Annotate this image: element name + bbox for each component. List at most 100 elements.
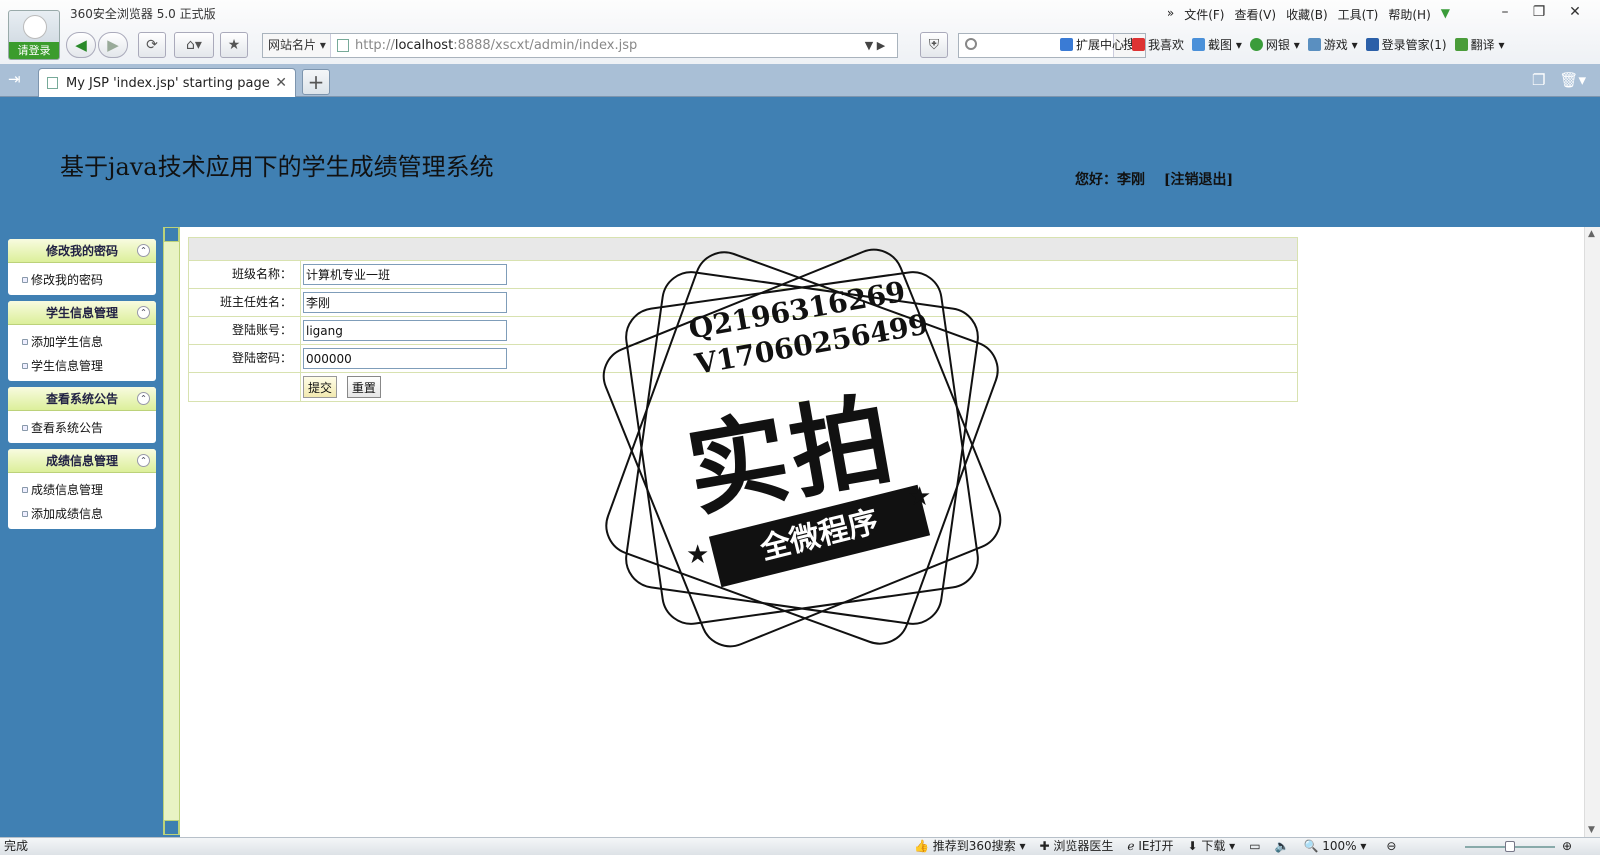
splitter-bottom-handle[interactable] <box>164 820 179 835</box>
bullet-icon <box>22 363 28 369</box>
form-row-teacher-name: 班主任姓名： <box>189 289 1297 317</box>
sidebar-item-view-notices[interactable]: 查看系统公告 <box>8 416 156 440</box>
reset-button[interactable]: 重置 <box>346 376 381 398</box>
logout-link[interactable]: [注销退出] <box>1164 172 1233 188</box>
zoom-in-icon[interactable]: ⊕ <box>1562 838 1572 855</box>
teacher-name-input[interactable] <box>303 292 507 313</box>
sidebar-toggle-icon[interactable]: ⇥ <box>8 70 21 88</box>
url-text[interactable]: http://localhost:8888/xscxt/admin/index.… <box>355 34 637 57</box>
ext-games[interactable]: 游戏 ▾ <box>1307 36 1358 53</box>
menu-help[interactable]: 帮助(H) <box>1388 6 1430 23</box>
ext-bank[interactable]: 网银 ▾ <box>1249 36 1300 53</box>
login-account-input[interactable] <box>303 320 507 341</box>
tab-index-jsp[interactable]: My JSP 'index.jsp' starting page ✕ <box>38 68 296 97</box>
form-row-login-password: 登陆密码： <box>189 345 1297 373</box>
form-row-actions: 提交 重置 <box>189 373 1297 401</box>
bullet-icon <box>22 487 28 493</box>
zoom-label: 100% <box>1322 839 1357 853</box>
star-favorite-icon[interactable]: ★ <box>220 32 248 58</box>
zoom-slider-handle[interactable] <box>1505 841 1515 852</box>
splitter-top-handle[interactable] <box>164 227 179 242</box>
double-chevron-icon[interactable]: » <box>1167 6 1174 23</box>
sidebar-group-header[interactable]: 查看系统公告 ⌃ <box>8 387 156 411</box>
collapse-chevron-icon[interactable]: ⌃ <box>137 454 150 467</box>
speaker-icon[interactable]: 🔈 <box>1275 838 1290 855</box>
address-bar[interactable]: 网站名片 ▾ http://localhost:8888/xscxt/admin… <box>262 33 898 58</box>
class-name-input[interactable] <box>303 264 507 285</box>
tab-title: My JSP 'index.jsp' starting page <box>66 76 270 91</box>
avatar-icon <box>23 15 47 39</box>
menu-file[interactable]: 文件(F) <box>1184 6 1224 23</box>
minimize-button[interactable]: – <box>1490 2 1520 22</box>
tab-close-icon[interactable]: ✕ <box>275 75 287 91</box>
extension-toolbar: 扩展中心 我喜欢 截图 ▾ 网银 ▾ 游戏 ▾ 登录管家(1) 翻译 ▾ <box>1060 36 1504 53</box>
window-switch-icon[interactable]: ❐ <box>1532 71 1545 89</box>
site-card-dropdown[interactable]: 网站名片 ▾ <box>263 34 331 57</box>
new-tab-button[interactable]: + <box>302 69 330 95</box>
scroll-down-icon[interactable]: ▼ <box>1588 825 1595 835</box>
home-icon[interactable]: ⌂▾ <box>174 32 214 58</box>
submit-button[interactable]: 提交 <box>303 376 338 398</box>
zoom-level[interactable]: 🔍 100% ▾ <box>1303 838 1366 855</box>
game-icon <box>1307 38 1321 51</box>
login-password-input[interactable] <box>303 348 507 369</box>
sidebar-group-header[interactable]: 修改我的密码 ⌃ <box>8 239 156 263</box>
bullet-icon <box>22 339 28 345</box>
ext-translate-label: 翻译 <box>1470 38 1495 52</box>
zoom-out-icon[interactable]: ⊖ <box>1386 838 1396 855</box>
ext-like[interactable]: 我喜欢 <box>1132 36 1184 53</box>
sidebar-item-add-grade[interactable]: 添加成绩信息 <box>8 502 156 526</box>
ext-login-manager[interactable]: 登录管家(1) <box>1365 36 1447 53</box>
menu-view[interactable]: 查看(V) <box>1234 6 1276 23</box>
shield-icon[interactable]: ⛨ <box>920 32 948 58</box>
menu-bar: » 文件(F) 查看(V) 收藏(B) 工具(T) 帮助(H) ▼ <box>1167 6 1450 23</box>
sidebar-item-add-student[interactable]: 添加学生信息 <box>8 330 156 354</box>
collapse-chevron-icon[interactable]: ⌃ <box>137 244 150 257</box>
collapse-chevron-icon[interactable]: ⌃ <box>137 306 150 319</box>
sidebar-group-student-info: 学生信息管理 ⌃ 添加学生信息 学生信息管理 <box>8 301 156 381</box>
downloads[interactable]: ⬇ 下载 ▾ <box>1187 838 1235 855</box>
tab-tools: ❐ 🗑▾ <box>1532 71 1586 89</box>
forward-arrow-icon[interactable]: ▶ <box>98 32 128 58</box>
sidebar-item-manage-grades[interactable]: 成绩信息管理 <box>8 478 156 502</box>
collapse-chevron-icon[interactable]: ⌃ <box>137 392 150 405</box>
sidebar-group-header[interactable]: 学生信息管理 ⌃ <box>8 301 156 325</box>
sidebar-item-label: 添加学生信息 <box>31 335 104 349</box>
vertical-scrollbar[interactable]: ▲ ▼ <box>1584 227 1600 837</box>
menu-favorites[interactable]: 收藏(B) <box>1286 6 1328 23</box>
recommend-360-search[interactable]: 👍 推荐到360搜索 ▾ <box>914 838 1026 855</box>
sidebar-item-change-password[interactable]: 修改我的密码 <box>8 268 156 292</box>
greeting-text: 您好：李刚 <box>1075 172 1145 188</box>
frame-splitter[interactable] <box>163 227 180 835</box>
skin-shirt-icon[interactable]: ▼ <box>1441 6 1450 23</box>
address-dropdown-icon[interactable]: ▼ ▶ <box>853 34 897 57</box>
menu-tools[interactable]: 工具(T) <box>1338 6 1379 23</box>
screen-icon[interactable]: ▭ <box>1249 838 1260 855</box>
scroll-up-icon[interactable]: ▲ <box>1588 229 1595 239</box>
sidebar-item-label: 查看系统公告 <box>31 421 104 435</box>
browser-doctor[interactable]: ✚ 浏览器医生 <box>1040 838 1114 855</box>
trash-icon[interactable]: 🗑▾ <box>1559 71 1586 89</box>
doctor-label: 浏览器医生 <box>1053 839 1114 853</box>
search-icon <box>965 38 977 50</box>
status-text: 完成 <box>4 839 29 853</box>
close-window-button[interactable]: ✕ <box>1560 2 1590 22</box>
ext-center[interactable]: 扩展中心 <box>1060 36 1124 53</box>
back-arrow-icon[interactable]: ◀ <box>66 32 96 58</box>
user-avatar-button[interactable]: 请登录 <box>8 10 60 60</box>
refresh-icon[interactable]: ⟳ <box>138 32 166 58</box>
ext-screenshot[interactable]: 截图 ▾ <box>1192 36 1242 53</box>
navigation-toolbar: ◀ ▶ ⟳ ⌂▾ ★ 网站名片 ▾ http://localhost:8888/… <box>66 30 1600 60</box>
download-label: 下载 <box>1201 839 1226 853</box>
sidebar-group-password: 修改我的密码 ⌃ 修改我的密码 <box>8 239 156 295</box>
status-bar: 完成 👍 推荐到360搜索 ▾ ✚ 浏览器医生 ℯ IE打开 ⬇ 下载 ▾ ▭ … <box>0 837 1600 855</box>
sidebar-item-label: 修改我的密码 <box>31 273 104 287</box>
url-host: localhost <box>394 38 454 53</box>
restore-button[interactable]: ❐ <box>1524 2 1554 22</box>
ext-translate[interactable]: 翻译 ▾ <box>1454 36 1504 53</box>
sidebar-group-header[interactable]: 成绩信息管理 ⌃ <box>8 449 156 473</box>
sidebar-group-grades: 成绩信息管理 ⌃ 成绩信息管理 添加成绩信息 <box>8 449 156 529</box>
page-favicon-icon <box>337 39 349 52</box>
open-in-ie[interactable]: ℯ IE打开 <box>1127 838 1173 855</box>
sidebar-item-manage-students[interactable]: 学生信息管理 <box>8 354 156 378</box>
